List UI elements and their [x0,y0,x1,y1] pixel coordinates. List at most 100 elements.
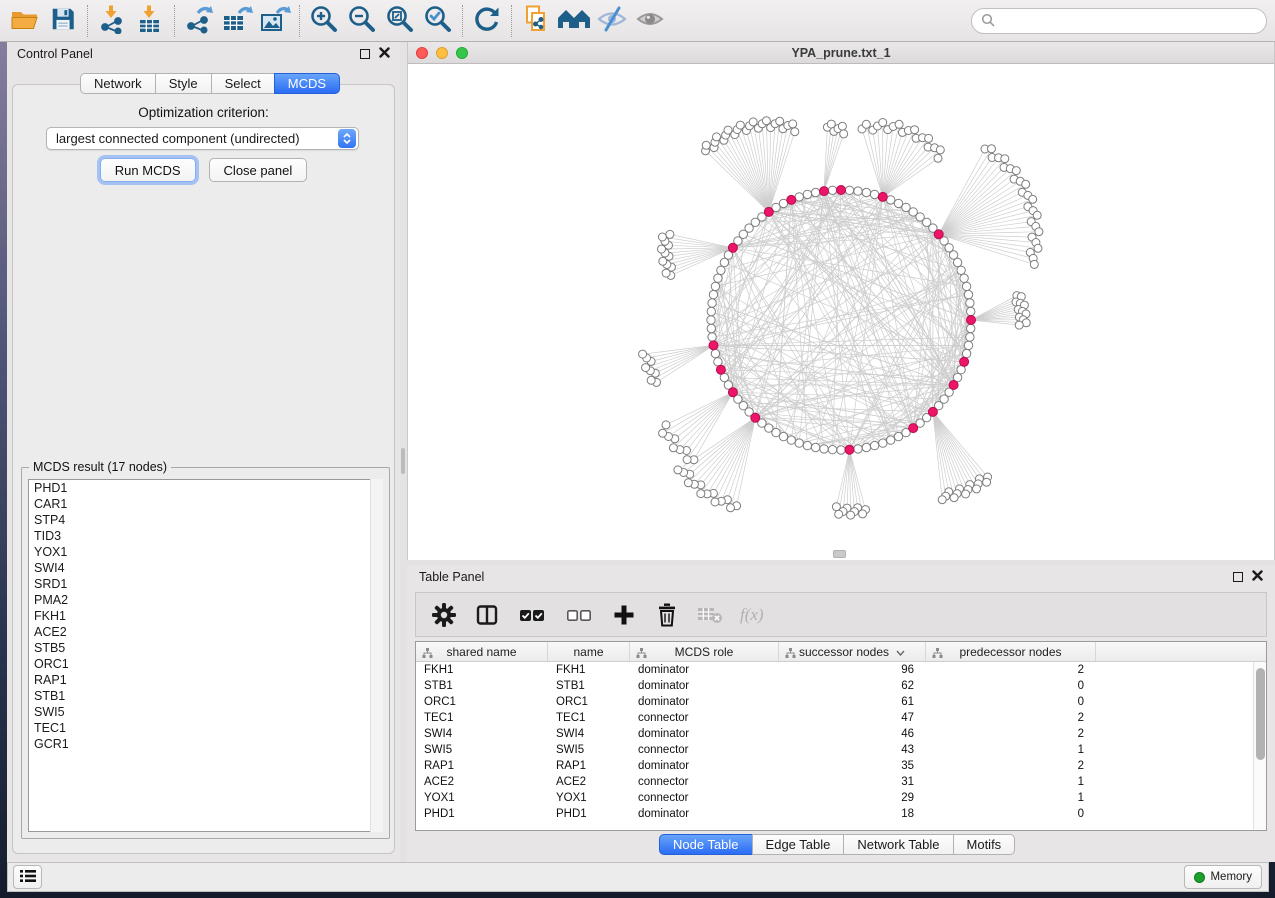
open-file-button[interactable] [6,3,44,39]
mcds-result-item[interactable]: CAR1 [29,496,382,512]
cell-successor-nodes[interactable]: 43 [779,742,926,758]
cell-mcds-role[interactable]: connector [630,790,779,806]
task-history-button[interactable] [13,865,42,889]
mcds-result-item[interactable]: PHD1 [29,480,382,496]
search-input[interactable] [1001,14,1266,28]
cell-predecessor-nodes[interactable]: 0 [926,694,1096,710]
mcds-result-item[interactable]: YOX1 [29,544,382,560]
mcds-result-item[interactable]: STB1 [29,688,382,704]
cell-successor-nodes[interactable]: 61 [779,694,926,710]
close-panel-button[interactable]: Close panel [209,158,308,182]
table-row[interactable]: SWI4 SWI4 dominator 46 2 [416,726,1253,742]
table-row[interactable]: STB1 STB1 dominator 62 0 [416,678,1253,694]
zoom-out-button[interactable] [343,3,381,39]
cell-successor-nodes[interactable]: 96 [779,662,926,678]
cell-predecessor-nodes[interactable]: 1 [926,774,1096,790]
cell-name[interactable]: RAP1 [548,758,630,774]
cell-shared-name[interactable]: ACE2 [416,774,548,790]
tab-edge-table[interactable]: Edge Table [752,834,845,855]
cell-predecessor-nodes[interactable]: 2 [926,758,1096,774]
tab-node-table[interactable]: Node Table [659,834,753,855]
mcds-result-item[interactable]: RAP1 [29,672,382,688]
cell-predecessor-nodes[interactable]: 1 [926,790,1096,806]
column-header-predecessor-nodes[interactable]: predecessor nodes [926,642,1096,661]
mcds-result-item[interactable]: SRD1 [29,576,382,592]
table-row[interactable]: RAP1 RAP1 dominator 35 2 [416,758,1253,774]
cell-mcds-role[interactable]: dominator [630,726,779,742]
tab-network-table[interactable]: Network Table [843,834,953,855]
delete-column-button[interactable] [654,602,680,628]
mcds-result-item[interactable]: FKH1 [29,608,382,624]
zoom-selected-button[interactable] [419,3,457,39]
table-row[interactable]: ACE2 ACE2 connector 31 1 [416,774,1253,790]
save-session-button[interactable] [44,3,82,39]
table-row[interactable]: SWI5 SWI5 connector 43 1 [416,742,1253,758]
mcds-result-item[interactable]: TEC1 [29,720,382,736]
network-canvas[interactable] [408,64,1274,559]
criterion-select[interactable]: largest connected component (undirected) [46,127,359,150]
mcds-result-item[interactable]: GCR1 [29,736,382,752]
cell-successor-nodes[interactable]: 62 [779,678,926,694]
run-mcds-button[interactable]: Run MCDS [100,158,196,182]
close-panel-icon[interactable] [379,47,390,61]
tab-motifs[interactable]: Motifs [953,834,1016,855]
table-scrollbar-thumb[interactable] [1256,668,1265,760]
table-row[interactable]: PHD1 PHD1 dominator 18 0 [416,806,1253,822]
cell-shared-name[interactable]: RAP1 [416,758,548,774]
cell-shared-name[interactable]: FKH1 [416,662,548,678]
cell-predecessor-nodes[interactable]: 0 [926,678,1096,694]
table-row[interactable]: FKH1 FKH1 dominator 96 2 [416,662,1253,678]
import-network-button[interactable] [93,3,131,39]
cell-predecessor-nodes[interactable]: 2 [926,726,1096,742]
cell-predecessor-nodes[interactable]: 2 [926,710,1096,726]
mcds-result-item[interactable]: STP4 [29,512,382,528]
network-window-titlebar[interactable]: YPA_prune.txt_1 [408,42,1274,64]
cell-name[interactable]: TEC1 [548,710,630,726]
column-header-name[interactable]: name [548,642,630,661]
cell-name[interactable]: PHD1 [548,806,630,822]
table-row[interactable]: ORC1 ORC1 dominator 61 0 [416,694,1253,710]
mcds-result-item[interactable]: SWI4 [29,560,382,576]
cell-successor-nodes[interactable]: 47 [779,710,926,726]
cell-successor-nodes[interactable]: 31 [779,774,926,790]
table-scrollbar[interactable] [1253,662,1266,830]
zoom-fit-button[interactable] [381,3,419,39]
cell-predecessor-nodes[interactable]: 1 [926,742,1096,758]
cell-mcds-role[interactable]: dominator [630,806,779,822]
panel-splitter-grip[interactable] [401,448,405,474]
tab-mcds[interactable]: MCDS [274,73,340,94]
network-graph[interactable] [408,64,1274,559]
cell-name[interactable]: STB1 [548,678,630,694]
table-row[interactable]: TEC1 TEC1 connector 47 2 [416,710,1253,726]
hide-selected-button[interactable] [593,3,631,39]
first-neighbors-button[interactable] [555,3,593,39]
show-all-button[interactable] [631,3,669,39]
mcds-result-item[interactable]: ORC1 [29,656,382,672]
cell-shared-name[interactable]: TEC1 [416,710,548,726]
add-column-button[interactable] [611,602,637,628]
select-all-checks-button[interactable] [517,602,547,628]
cell-name[interactable]: SWI4 [548,726,630,742]
import-table-button[interactable] [131,3,169,39]
mcds-list-scrollbar[interactable] [370,479,383,832]
search-field[interactable] [971,8,1267,34]
export-image-button[interactable] [256,3,294,39]
float-panel-icon[interactable] [360,49,370,59]
cell-predecessor-nodes[interactable]: 0 [926,806,1096,822]
cell-mcds-role[interactable]: connector [630,710,779,726]
show-columns-button[interactable] [474,602,500,628]
cell-name[interactable]: ACE2 [548,774,630,790]
cell-successor-nodes[interactable]: 35 [779,758,926,774]
mcds-result-item[interactable]: SWI5 [29,704,382,720]
cell-mcds-role[interactable]: dominator [630,678,779,694]
mcds-result-item[interactable]: TID3 [29,528,382,544]
cell-name[interactable]: ORC1 [548,694,630,710]
cell-shared-name[interactable]: ORC1 [416,694,548,710]
mcds-result-item[interactable]: ACE2 [29,624,382,640]
cell-shared-name[interactable]: SWI5 [416,742,548,758]
cell-shared-name[interactable]: YOX1 [416,790,548,806]
canvas-splitter-grip[interactable] [833,550,846,558]
tab-style[interactable]: Style [155,73,212,94]
refresh-view-button[interactable] [468,3,506,39]
cell-shared-name[interactable]: SWI4 [416,726,548,742]
